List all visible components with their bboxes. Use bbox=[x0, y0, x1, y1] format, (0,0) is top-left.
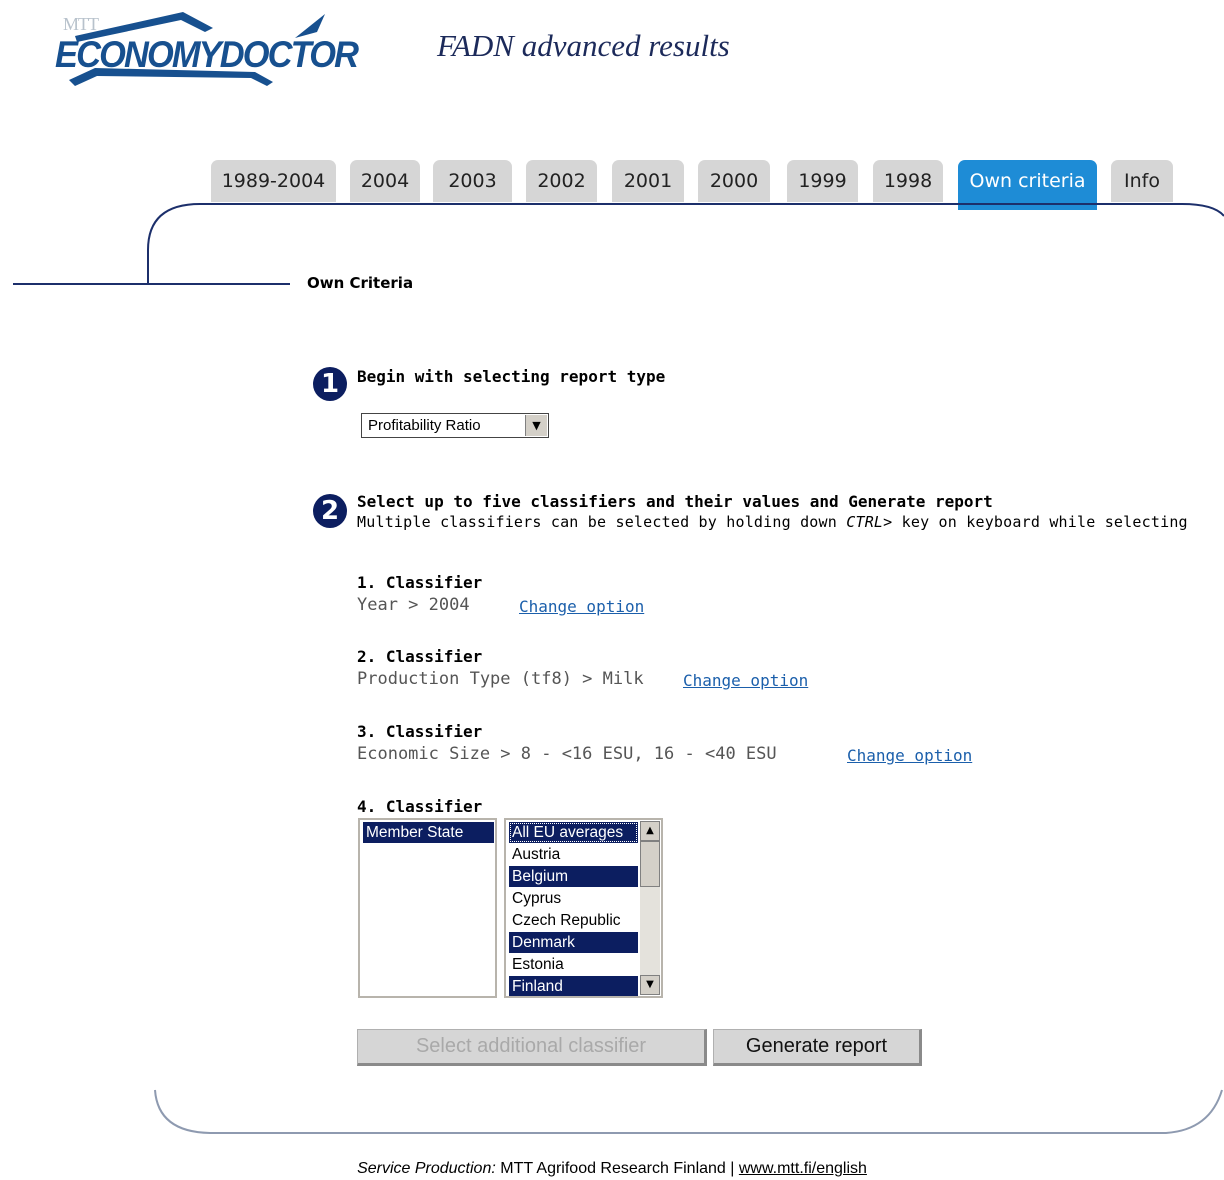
step-1-title: Begin with selecting report type bbox=[357, 367, 666, 386]
tab-own-criteria[interactable]: Own criteria bbox=[958, 160, 1097, 210]
classifier-2-change-link[interactable]: Change option bbox=[683, 671, 808, 690]
classifier-3-title: 3. Classifier bbox=[357, 722, 483, 741]
step-2-number-icon: 2 bbox=[313, 494, 347, 528]
tab-2001[interactable]: 2001 bbox=[612, 160, 684, 202]
values-scrollbar[interactable]: ▲ ▼ bbox=[640, 821, 660, 995]
select-additional-classifier-button[interactable]: Select additional classifier bbox=[357, 1029, 707, 1066]
hint-key: CTRL> bbox=[846, 513, 893, 531]
value-option-denmark[interactable]: Denmark bbox=[509, 932, 638, 953]
scroll-down-arrow-icon[interactable]: ▼ bbox=[640, 975, 660, 995]
logo-wordmark: ECONOMYDOCTOR bbox=[55, 34, 359, 75]
classifier-1-title: 1. Classifier bbox=[357, 573, 483, 592]
logo-org-text: MTT bbox=[63, 14, 99, 34]
section-heading: Own Criteria bbox=[307, 274, 414, 292]
step-2-hint: Multiple classifiers can be selected by … bbox=[357, 513, 1188, 531]
report-type-value: Profitability Ratio bbox=[368, 417, 481, 434]
value-option-austria[interactable]: Austria bbox=[509, 844, 638, 865]
footer-label: Service Production: bbox=[357, 1160, 496, 1177]
footer-text: MTT Agrifood Research Finland | bbox=[495, 1160, 739, 1177]
tab-2004[interactable]: 2004 bbox=[350, 160, 420, 202]
tab-2003[interactable]: 2003 bbox=[433, 160, 512, 202]
classifier-1-value: Year > 2004 bbox=[357, 595, 470, 615]
value-option-all-eu[interactable]: All EU averages bbox=[509, 822, 638, 843]
classifier-option-member-state[interactable]: Member State bbox=[363, 822, 494, 843]
value-option-estonia[interactable]: Estonia bbox=[509, 954, 638, 975]
classifier-3-change-link[interactable]: Change option bbox=[847, 746, 972, 765]
tab-2002[interactable]: 2002 bbox=[526, 160, 597, 202]
report-type-select[interactable]: Profitability Ratio ▼ bbox=[361, 413, 549, 438]
classifier-2-title: 2. Classifier bbox=[357, 647, 483, 666]
value-option-czech-republic[interactable]: Czech Republic bbox=[509, 910, 638, 931]
chevron-down-icon[interactable]: ▼ bbox=[525, 415, 547, 436]
site-title: FADN advanced results bbox=[437, 28, 730, 63]
tab-1999[interactable]: 1999 bbox=[787, 160, 858, 202]
value-option-finland[interactable]: Finland bbox=[509, 976, 638, 996]
values-listbox[interactable]: All EU averages Austria Belgium Cyprus C… bbox=[504, 818, 663, 998]
classifier-listbox[interactable]: Member State bbox=[358, 818, 497, 998]
value-option-cyprus[interactable]: Cyprus bbox=[509, 888, 638, 909]
value-option-belgium[interactable]: Belgium bbox=[509, 866, 638, 887]
scroll-thumb[interactable] bbox=[640, 841, 660, 887]
classifier-4-title: 4. Classifier bbox=[357, 797, 483, 816]
classifier-2-value: Production Type (tf8) > Milk bbox=[357, 669, 644, 689]
footer-link[interactable]: www.mtt.fi/english bbox=[739, 1160, 867, 1177]
tab-2000[interactable]: 2000 bbox=[698, 160, 770, 202]
step-2-title: Select up to five classifiers and their … bbox=[357, 492, 993, 511]
tab-1989-2004[interactable]: 1989-2004 bbox=[211, 160, 336, 202]
generate-report-button[interactable]: Generate report bbox=[713, 1029, 922, 1066]
tab-1998[interactable]: 1998 bbox=[873, 160, 943, 202]
classifier-3-value: Economic Size > 8 - <16 ESU, 16 - <40 ES… bbox=[357, 744, 777, 764]
economydoctor-logo[interactable]: MTT ECONOMYDOCTOR bbox=[55, 8, 359, 90]
classifier-1-change-link[interactable]: Change option bbox=[519, 597, 644, 616]
footer: Service Production: MTT Agrifood Researc… bbox=[0, 1160, 1224, 1178]
step-1-number-icon: 1 bbox=[313, 367, 347, 401]
hint-text-end: key on keyboard while selecting bbox=[892, 513, 1188, 531]
hint-text-start: Multiple classifiers can be selected by … bbox=[357, 513, 847, 531]
scroll-up-arrow-icon[interactable]: ▲ bbox=[640, 821, 660, 841]
tab-info[interactable]: Info bbox=[1111, 160, 1173, 202]
